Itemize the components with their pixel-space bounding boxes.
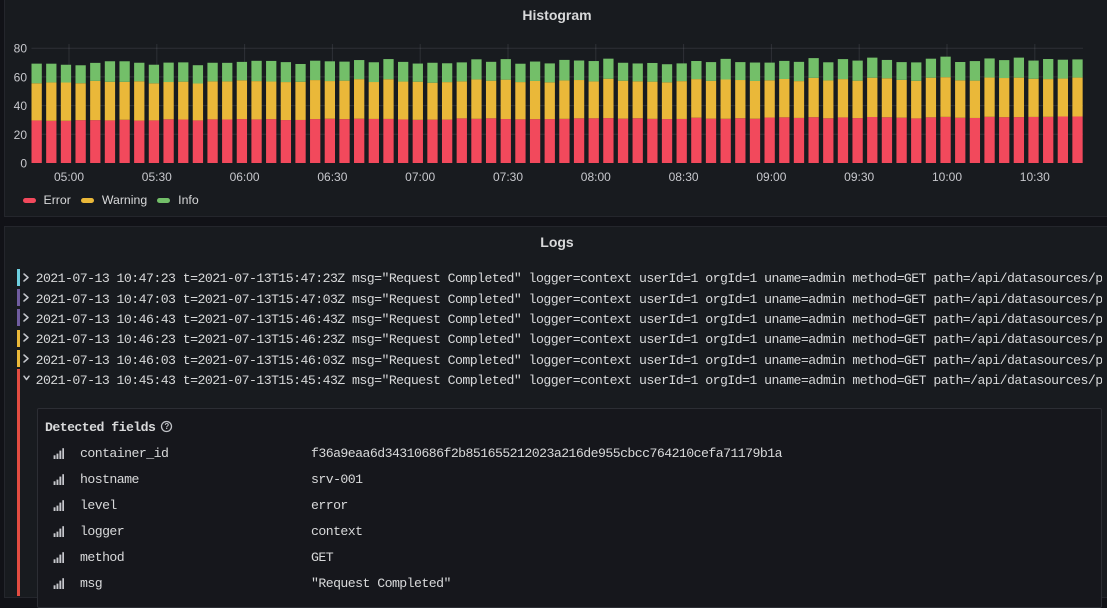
svg-text:05:30: 05:30 [142,170,172,184]
svg-text:10:30: 10:30 [1020,170,1050,184]
svg-text:60: 60 [14,70,28,84]
svg-text:80: 80 [14,42,28,56]
svg-text:06:00: 06:00 [230,170,260,184]
svg-text:08:00: 08:00 [581,170,611,184]
svg-text:20: 20 [14,128,28,142]
svg-text:40: 40 [14,99,28,113]
svg-text:08:30: 08:30 [669,170,699,184]
svg-text:09:00: 09:00 [756,170,786,184]
svg-text:05:00: 05:00 [54,170,84,184]
svg-text:06:30: 06:30 [317,170,347,184]
svg-text:0: 0 [20,157,27,171]
svg-text:07:00: 07:00 [405,170,435,184]
svg-text:07:30: 07:30 [493,170,523,184]
svg-text:09:30: 09:30 [844,170,874,184]
svg-text:10:00: 10:00 [932,170,962,184]
svg-text:?: ? [165,422,170,431]
